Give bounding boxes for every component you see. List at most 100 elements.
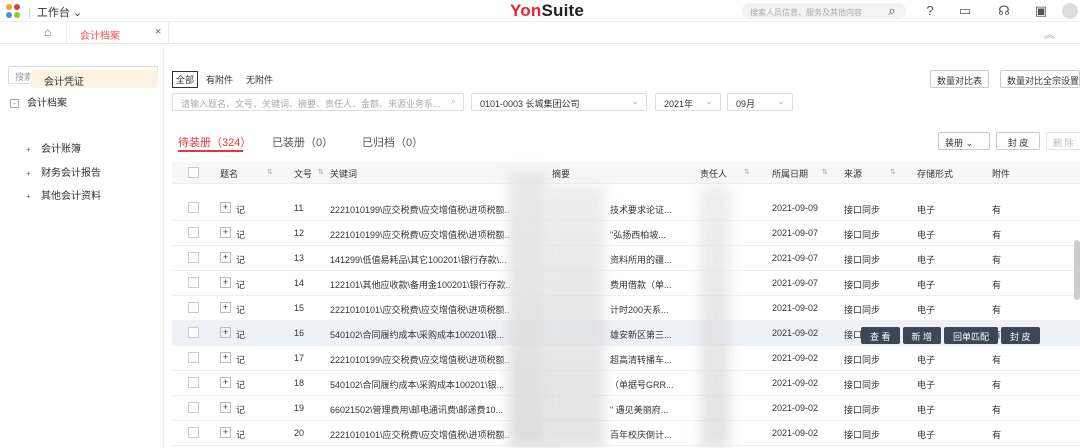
- table-row[interactable]: + 记 20 2221010101\应交税费\应交增值税\进项税额... 百年校庆倒计.…: [172, 421, 1080, 446]
- expand-row-icon[interactable]: +: [220, 252, 231, 263]
- view-button[interactable]: 查 看: [861, 327, 900, 344]
- month-select[interactable]: 09月 ⌄: [727, 93, 793, 111]
- expand-row-icon[interactable]: +: [220, 327, 231, 338]
- cell-attachment: 有: [992, 380, 1002, 390]
- cover-row-button[interactable]: 封 皮: [1001, 327, 1040, 344]
- sort-icon[interactable]: ⇅: [890, 168, 896, 176]
- table-header: 题名 ⇅ 文号 ⇅ 关键词 摘要 责任人 ⇅ 所属日期 ⇅ 来源 ⇅ 存储形式 …: [172, 162, 1080, 184]
- filter-attach-yes[interactable]: 有附件: [206, 73, 233, 86]
- close-icon[interactable]: ×: [155, 26, 161, 38]
- expand-row-icon[interactable]: +: [220, 377, 231, 388]
- col-storage[interactable]: 存储形式: [917, 167, 953, 180]
- col-title[interactable]: 题名: [220, 167, 238, 180]
- table-row[interactable]: + 记 18 540102\合同履约成本\采购成本100201\银... （单据号GRR…: [172, 371, 1080, 396]
- tab-archived[interactable]: 已归档（0）: [362, 134, 423, 150]
- workbench-switch[interactable]: | 工作台 ⌄: [28, 4, 82, 20]
- filter-attach-no[interactable]: 无附件: [246, 73, 273, 86]
- quantity-compare-all-button[interactable]: 数量对比全宗设置: [1000, 70, 1080, 88]
- cell-summary: 费用借款（单...: [610, 280, 672, 290]
- sidebar-item-accounting-archive[interactable]: - 会计档案: [10, 94, 67, 109]
- cell-keyword: 2221010199\应交税费\应交增值税\进项税额...: [330, 230, 510, 240]
- col-date[interactable]: 所属日期: [772, 167, 808, 180]
- col-keyword[interactable]: 关键词: [330, 167, 357, 180]
- expand-row-icon[interactable]: +: [220, 352, 231, 363]
- filter-attach-all[interactable]: 全部: [172, 71, 199, 88]
- select-all-checkbox[interactable]: [188, 167, 199, 178]
- cell-number: 16: [294, 328, 305, 338]
- expand-row-icon[interactable]: +: [220, 202, 231, 213]
- sort-icon[interactable]: ⇅: [267, 168, 273, 176]
- cell-date: 2021-09-02: [772, 378, 819, 388]
- cover-button[interactable]: 封 皮: [996, 132, 1040, 150]
- col-number[interactable]: 文号: [294, 167, 312, 180]
- row-checkbox[interactable]: [188, 252, 199, 263]
- col-owner[interactable]: 责任人: [700, 167, 727, 180]
- row-checkbox[interactable]: [188, 277, 199, 288]
- expand-icon[interactable]: +: [24, 146, 33, 155]
- cell-attachment: 有: [992, 205, 1002, 215]
- sidebar-item-other-materials[interactable]: + 其他会计资料: [24, 187, 101, 202]
- home-icon[interactable]: ⌂: [44, 25, 51, 39]
- org-select[interactable]: 0101-0003 长城集团公司 ⌄: [471, 93, 647, 111]
- row-checkbox[interactable]: [188, 402, 199, 413]
- expand-row-icon[interactable]: +: [220, 302, 231, 313]
- tab-accounting-archive[interactable]: 会计档案 ×: [66, 22, 169, 44]
- search-icon[interactable]: ⌕: [451, 96, 456, 107]
- sidebar-item-ledger[interactable]: + 会计账簿: [24, 140, 81, 155]
- avatar[interactable]: [1062, 3, 1078, 19]
- expand-icon[interactable]: +: [24, 170, 33, 179]
- table-scrollbar[interactable]: [1074, 240, 1080, 300]
- bind-dropdown-button[interactable]: 装册 ⌄: [938, 132, 990, 150]
- collapse-icon[interactable]: ︽: [1044, 26, 1055, 42]
- table-row[interactable]: + 记 11 2221010199\应交税费\应交增值税\进项税额... 技术要求论证.…: [172, 196, 1080, 221]
- sort-icon[interactable]: ⇅: [744, 168, 750, 176]
- row-checkbox[interactable]: [188, 227, 199, 238]
- col-summary[interactable]: 摘要: [552, 167, 570, 180]
- workbench-label: 工作台: [36, 7, 70, 19]
- table-row[interactable]: + 记 14 122101\其他应收款\备用金100201\银行存款... 费用借款（单…: [172, 271, 1080, 296]
- table-row[interactable]: + 记 12 2221010199\应交税费\应交增值税\进项税额... "弘扬西柏坡.…: [172, 221, 1080, 246]
- add-button[interactable]: 新 增: [902, 327, 942, 344]
- row-checkbox[interactable]: [188, 302, 199, 313]
- row-checkbox[interactable]: [188, 202, 199, 213]
- sort-icon[interactable]: ⇅: [822, 168, 828, 176]
- calendar-icon[interactable]: ▣: [1033, 3, 1049, 19]
- table-row[interactable]: + 记 19 66021502\管理费用\邮电通讯费\邮递费10... " 遇见美丽府.…: [172, 396, 1080, 421]
- expand-row-icon[interactable]: +: [220, 427, 231, 438]
- collapse-toggle-icon[interactable]: -: [10, 99, 19, 108]
- col-source[interactable]: 来源: [844, 167, 862, 180]
- row-checkbox[interactable]: [188, 427, 199, 438]
- sidebar-item-voucher[interactable]: 会计凭证: [30, 70, 158, 88]
- chevron-down-icon: ⌄: [777, 96, 785, 106]
- keyword-search-input[interactable]: 请输入题名、文号、关键词、摘要、责任人、金额、来源业务系... ⌕: [172, 93, 464, 111]
- top-bar: | 工作台 ⌄ YonSuite 搜索人员信息、服务及其他内容 ⌕ ? ▭ ☊ ▣: [0, 0, 1080, 22]
- delete-button[interactable]: 删 除: [1046, 132, 1080, 150]
- year-select[interactable]: 2021年 ⌄: [655, 93, 721, 111]
- table-row[interactable]: + 记 17 2221010199\应交税费\应交增值税\进项税额... 超高清转播车.…: [172, 346, 1080, 371]
- headset-icon[interactable]: ☊: [996, 3, 1012, 19]
- app-logo-icon[interactable]: [6, 4, 20, 18]
- search-icon[interactable]: ⌕: [884, 3, 900, 19]
- tab-pending[interactable]: 待装册（324）: [178, 134, 251, 150]
- table-row[interactable]: + 记 15 2221010101\应交税费\应交增值税\进项税额... 计时200天系…: [172, 296, 1080, 321]
- cell-number: 18: [294, 378, 305, 388]
- row-checkbox[interactable]: [188, 327, 199, 338]
- receipt-match-button[interactable]: 回单匹配: [944, 327, 999, 344]
- global-search-input[interactable]: 搜索人员信息、服务及其他内容: [742, 3, 906, 19]
- tab-bound[interactable]: 已装册（0）: [272, 134, 333, 150]
- table-row[interactable]: + 记 13 141299\低值易耗品\其它100201\银行存款\... 资料所用的疆…: [172, 246, 1080, 271]
- col-attachment[interactable]: 附件: [992, 167, 1010, 180]
- expand-row-icon[interactable]: +: [220, 402, 231, 413]
- expand-row-icon[interactable]: +: [220, 227, 231, 238]
- message-icon[interactable]: ▭: [957, 3, 973, 19]
- cell-title: 记: [236, 380, 246, 390]
- sort-icon[interactable]: ⇅: [318, 168, 324, 176]
- sidebar-item-financial-report[interactable]: + 财务会计报告: [24, 164, 101, 179]
- expand-row-icon[interactable]: +: [220, 277, 231, 288]
- quantity-compare-button[interactable]: 数量对比表: [930, 70, 990, 88]
- cell-keyword: 540102\合同履约成本\采购成本100201\银...: [330, 330, 505, 340]
- expand-icon[interactable]: +: [24, 193, 33, 202]
- help-icon[interactable]: ?: [922, 3, 938, 19]
- row-checkbox[interactable]: [188, 377, 199, 388]
- row-checkbox[interactable]: [188, 352, 199, 363]
